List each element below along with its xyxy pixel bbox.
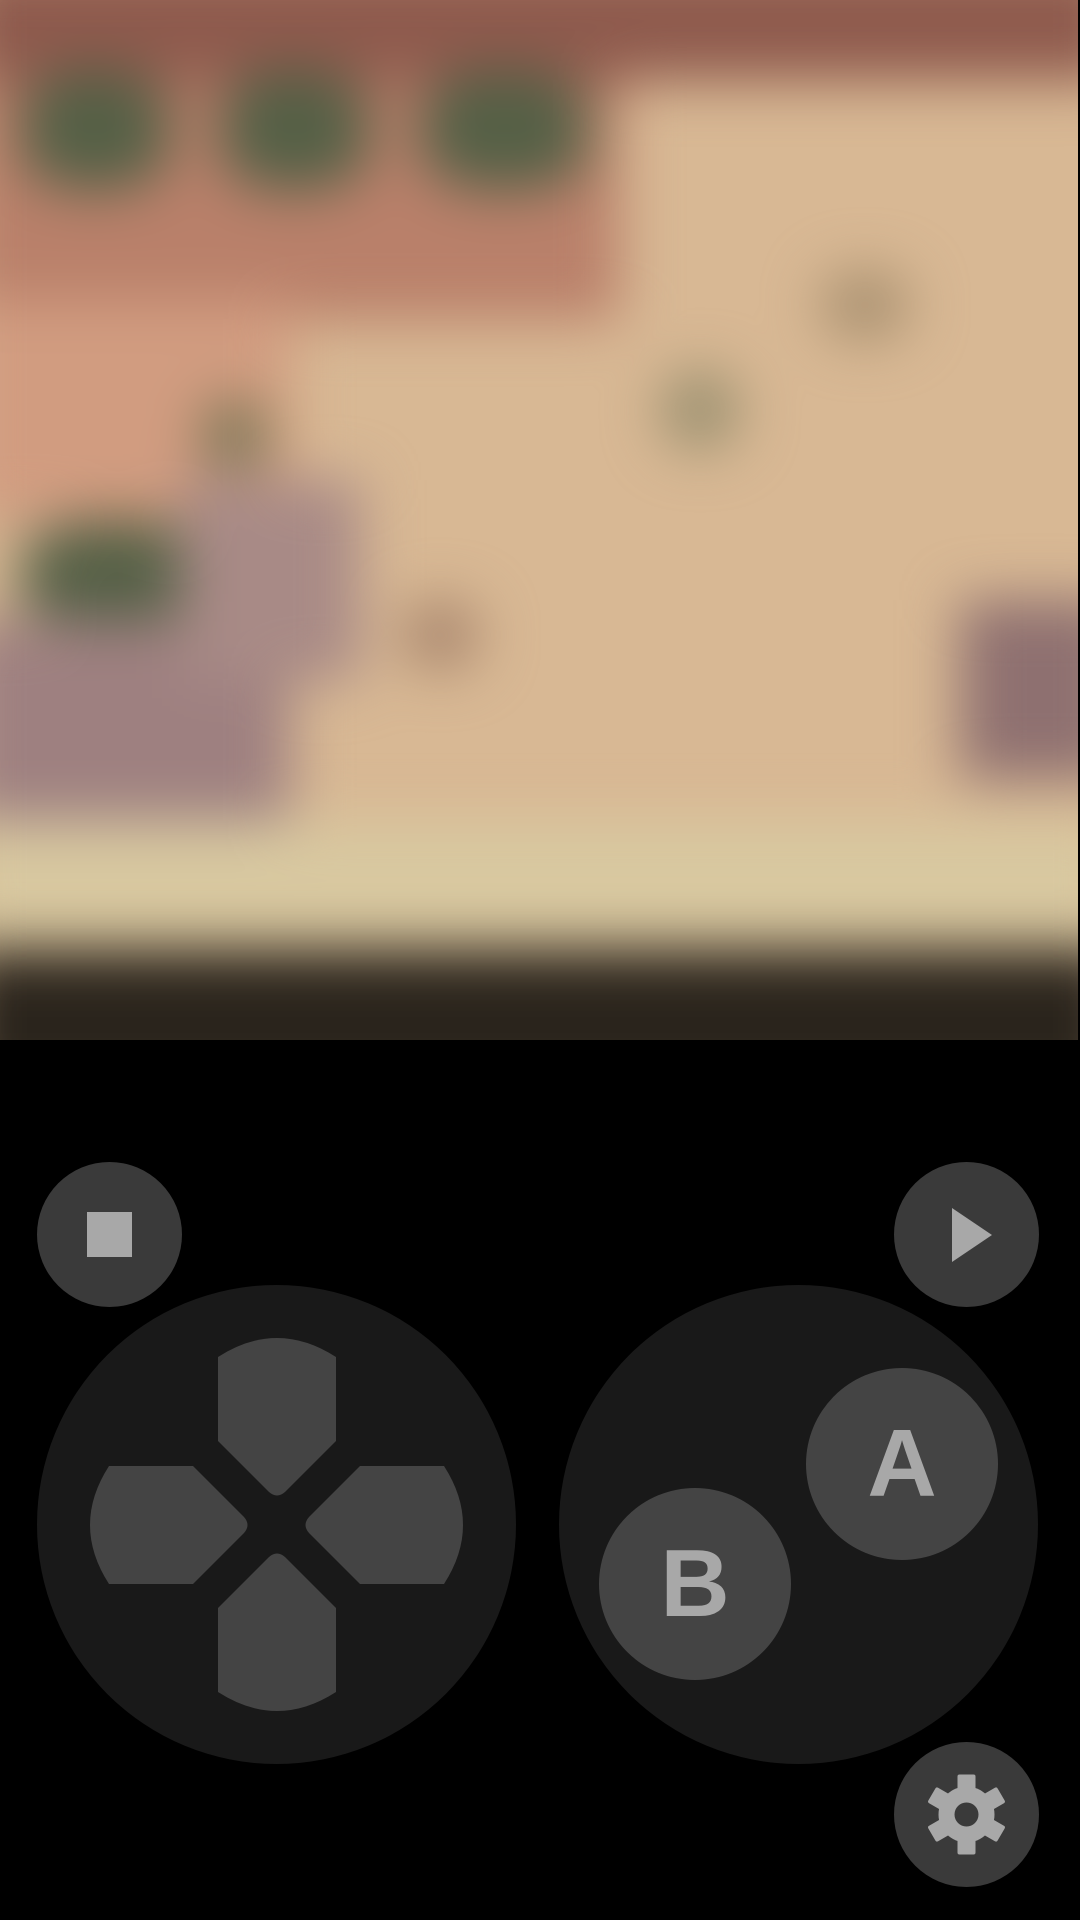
play-icon [952, 1208, 992, 1262]
b-button[interactable]: B [599, 1488, 791, 1680]
b-button-label: B [660, 1530, 730, 1637]
emulator-screen: A B [0, 0, 1080, 1920]
a-button-label: A [867, 1410, 937, 1517]
game-frame [0, 0, 1078, 1040]
dpad-left[interactable] [90, 1466, 248, 1584]
a-button[interactable]: A [806, 1368, 998, 1560]
dpad-arrows [90, 1338, 464, 1712]
gear-icon [928, 1774, 1005, 1855]
dpad-right[interactable] [305, 1466, 464, 1584]
settings-button[interactable] [894, 1742, 1039, 1887]
play-button[interactable] [894, 1162, 1039, 1307]
dpad-up[interactable] [218, 1338, 336, 1496]
dpad-down[interactable] [218, 1553, 336, 1712]
game-view[interactable] [0, 0, 1078, 1040]
